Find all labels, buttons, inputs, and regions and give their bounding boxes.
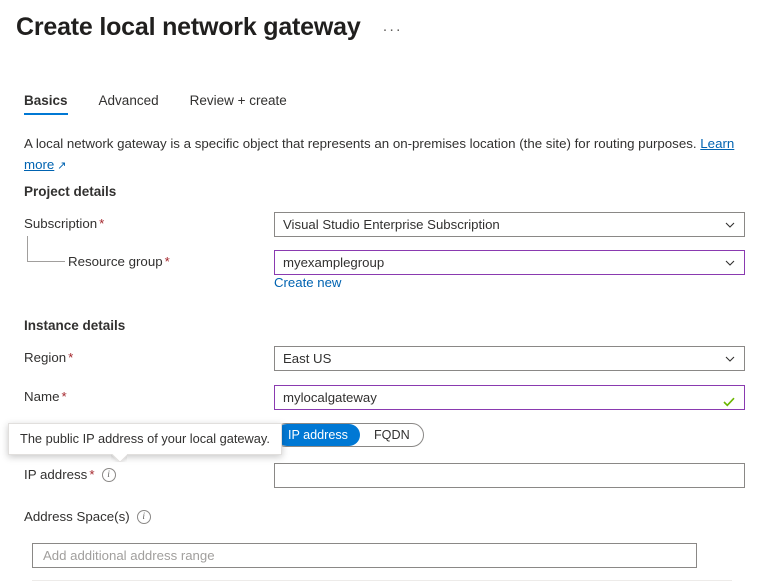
subscription-value: Visual Studio Enterprise Subscription (283, 217, 500, 232)
form-row-address-spaces: Address Space(s) i (0, 505, 762, 529)
chevron-down-icon (725, 220, 735, 230)
info-icon[interactable]: i (101, 467, 116, 482)
ip-address-label: IP address * i (24, 463, 116, 487)
tab-advanced[interactable]: Advanced (99, 93, 159, 115)
subscription-required-marker: * (99, 216, 105, 231)
tab-basics[interactable]: Basics (24, 93, 68, 115)
resource-group-dropdown[interactable]: myexamplegroup (274, 250, 745, 275)
address-spaces-label-text: Address Space(s) (24, 509, 130, 524)
toggle-option-fqdn[interactable]: FQDN (362, 424, 422, 446)
tooltip-text: The public IP address of your local gate… (20, 431, 270, 446)
create-new-resource-group-link[interactable]: Create new (274, 275, 341, 290)
chevron-down-icon (725, 258, 735, 268)
tooltip-arrow (111, 454, 127, 462)
region-label-text: Region (24, 350, 67, 365)
resource-group-required-marker: * (164, 254, 170, 269)
form-row-resource-group: Resource group * myexamplegroup (0, 250, 762, 275)
page-description: A local network gateway is a specific ob… (24, 133, 740, 177)
resource-group-value: myexamplegroup (283, 255, 385, 270)
ip-address-input[interactable] (283, 468, 736, 483)
tab-review-create[interactable]: Review + create (190, 93, 287, 115)
region-label: Region * (24, 346, 73, 370)
ip-address-label-text: IP address (24, 467, 88, 482)
subscription-label: Subscription * (24, 212, 104, 236)
form-row-name: Name * mylocalgateway (0, 385, 762, 410)
resource-group-label-text: Resource group (68, 254, 163, 269)
region-required-marker: * (68, 350, 74, 365)
name-required-marker: * (61, 389, 67, 404)
name-label-text: Name (24, 389, 60, 404)
address-range-input-wrapper[interactable] (32, 543, 697, 568)
form-row-region: Region * East US (0, 346, 762, 371)
info-icon[interactable]: i (136, 509, 151, 524)
page-title: Create local network gateway (16, 13, 361, 41)
page-header: Create local network gateway ··· (0, 0, 762, 44)
valid-check-icon (723, 392, 735, 406)
form-row-subscription: Subscription * Visual Studio Enterprise S… (0, 212, 762, 237)
section-title-project-details: Project details (24, 184, 117, 199)
name-label: Name * (24, 385, 67, 409)
form-row-ip-address: IP address * i (0, 463, 762, 488)
region-dropdown[interactable]: East US (274, 346, 745, 371)
address-range-input[interactable] (41, 544, 688, 567)
name-input-wrapper[interactable]: mylocalgateway (274, 385, 745, 410)
endpoint-type-toggle[interactable]: IP address FQDN (274, 423, 424, 447)
description-text: A local network gateway is a specific ob… (24, 136, 697, 151)
address-spaces-label: Address Space(s) i (24, 505, 151, 529)
bottom-divider (32, 580, 732, 581)
ip-address-input-wrapper[interactable] (274, 463, 745, 488)
name-value: mylocalgateway (283, 390, 377, 405)
section-title-instance-details: Instance details (24, 318, 126, 333)
ip-address-tooltip: The public IP address of your local gate… (8, 423, 282, 455)
ip-address-required-marker: * (89, 467, 95, 482)
external-link-icon: ↗ (57, 160, 67, 172)
resource-group-label: Resource group * (68, 250, 170, 274)
toggle-option-ip-address[interactable]: IP address (276, 424, 360, 446)
tab-bar: Basics Advanced Review + create (0, 87, 762, 115)
chevron-down-icon (725, 354, 735, 364)
subscription-dropdown[interactable]: Visual Studio Enterprise Subscription (274, 212, 745, 237)
more-options-icon[interactable]: ··· (383, 22, 403, 37)
subscription-label-text: Subscription (24, 216, 98, 231)
region-value: East US (283, 351, 332, 366)
